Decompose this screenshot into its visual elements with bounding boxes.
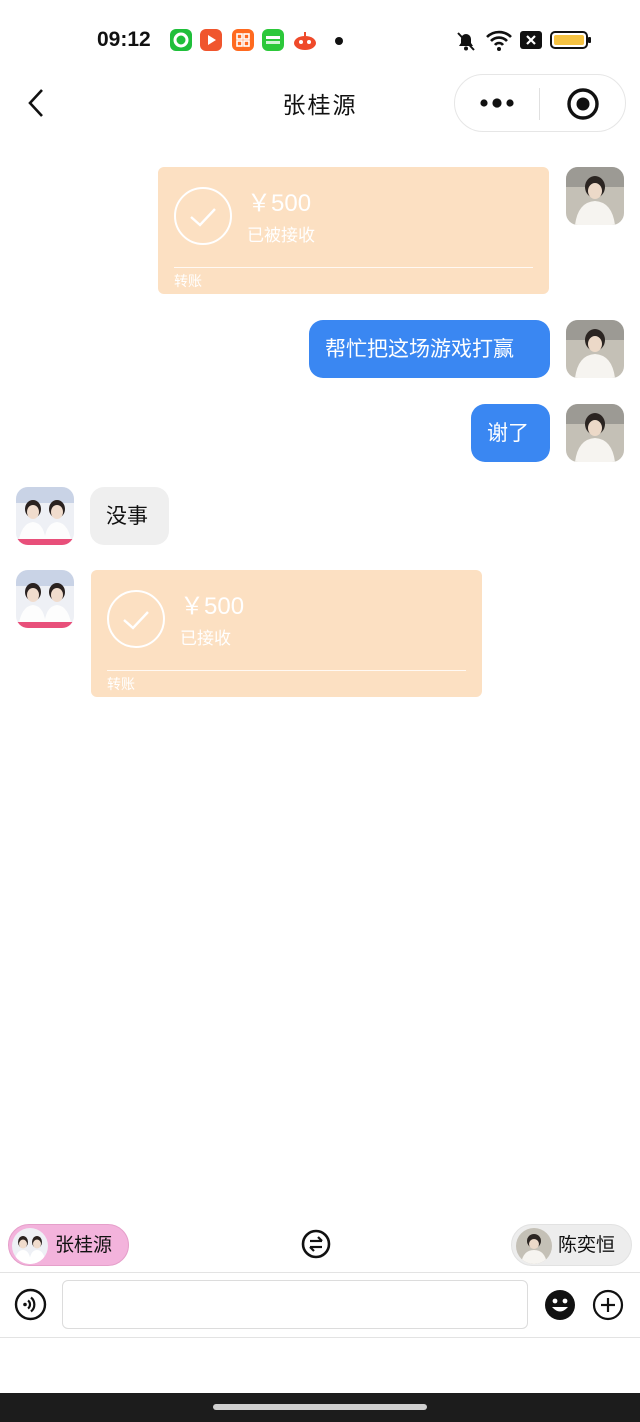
emoji-button[interactable] xyxy=(544,1289,576,1321)
voice-button[interactable] xyxy=(14,1288,47,1321)
avatar[interactable] xyxy=(566,320,624,378)
close-mini-program-button[interactable] xyxy=(566,87,600,121)
role-name-left: 张桂源 xyxy=(55,1234,113,1256)
status-bar: 09:12 xyxy=(0,0,640,80)
green-circle-app-icon xyxy=(170,29,192,51)
message-bubble[interactable]: 谢了 xyxy=(471,404,550,462)
emoji-icon xyxy=(545,1290,575,1320)
swap-arrows-icon xyxy=(301,1229,331,1259)
orange-grid-app-icon xyxy=(232,29,254,51)
transfer-status: 已接收 xyxy=(180,629,231,649)
message-bubble[interactable]: 没事 xyxy=(90,487,169,545)
close-box-icon xyxy=(520,30,542,54)
battery-icon xyxy=(550,30,592,54)
home-indicator[interactable] xyxy=(213,1404,427,1410)
more-button[interactable] xyxy=(478,90,516,116)
switch-role-button[interactable] xyxy=(301,1229,331,1259)
transfer-divider xyxy=(107,670,466,671)
capsule-divider xyxy=(539,88,540,120)
transfer-divider xyxy=(174,267,533,268)
more-dots-icon xyxy=(480,98,514,108)
transfer-label: 转账 xyxy=(174,274,202,290)
avatar xyxy=(516,1228,552,1264)
avatar xyxy=(12,1228,48,1264)
chat-area: ￥500 已被接收 转账 帮忙把这场游戏打赢 谢了 没事 ￥500 已接收 转账 xyxy=(0,140,640,1220)
more-actions-button[interactable] xyxy=(592,1289,624,1321)
transfer-status: 已被接收 xyxy=(247,226,315,246)
muted-bell-icon xyxy=(455,30,477,56)
voice-icon xyxy=(14,1288,47,1321)
transfer-label: 转账 xyxy=(107,677,135,693)
wifi-icon xyxy=(485,28,513,56)
transfer-amount: ￥500 xyxy=(180,593,245,620)
role-chip-left[interactable]: 张桂源 xyxy=(8,1224,129,1266)
target-circle-icon xyxy=(567,88,599,120)
iqiyi-app-icon xyxy=(262,29,284,51)
notification-dot-icon xyxy=(335,37,343,45)
red-play-app-icon xyxy=(200,29,222,51)
transfer-card[interactable]: ￥500 已被接收 转账 xyxy=(158,167,549,294)
role-chip-right[interactable]: 陈奕恒 xyxy=(511,1224,632,1266)
avatar[interactable] xyxy=(566,404,624,462)
message-input[interactable] xyxy=(62,1280,528,1329)
plus-circle-icon xyxy=(592,1289,624,1321)
avatar[interactable] xyxy=(16,570,74,628)
check-circle-icon xyxy=(107,590,165,648)
red-robot-app-icon xyxy=(293,29,316,51)
role-name-right: 陈奕恒 xyxy=(558,1234,616,1256)
check-circle-icon xyxy=(174,187,232,245)
transfer-amount: ￥500 xyxy=(247,190,312,217)
avatar[interactable] xyxy=(566,167,624,225)
avatar[interactable] xyxy=(16,487,74,545)
status-time: 09:12 xyxy=(97,28,151,51)
transfer-card[interactable]: ￥500 已接收 转账 xyxy=(91,570,482,697)
message-bubble[interactable]: 帮忙把这场游戏打赢 xyxy=(309,320,550,378)
